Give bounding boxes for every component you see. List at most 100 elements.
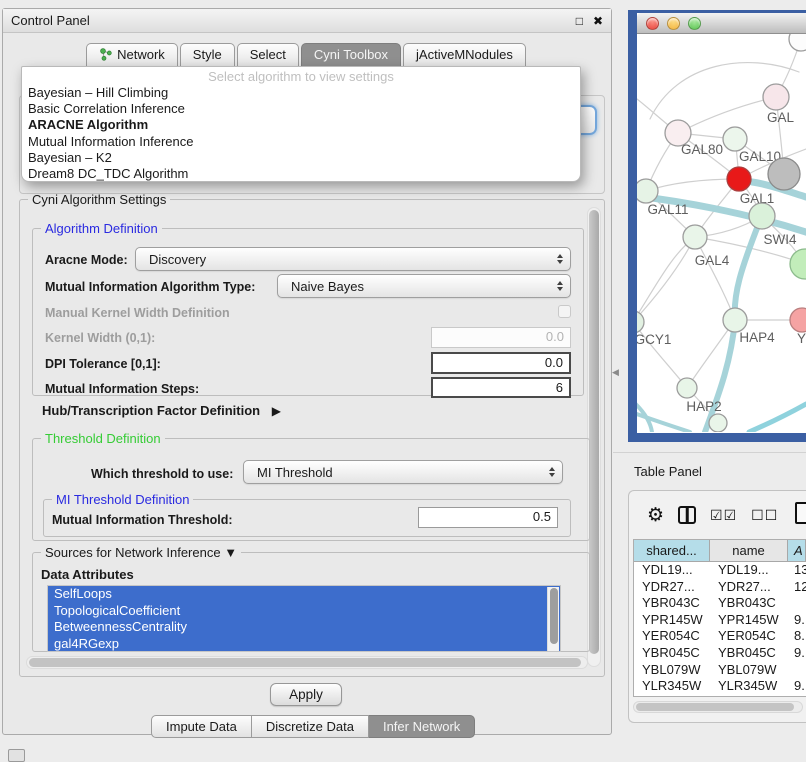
table-cell[interactable]: YPR145W xyxy=(634,612,710,629)
scrollbar-thumb[interactable] xyxy=(636,703,794,711)
dropdown-item[interactable]: Dream8 DC_TDC Algorithm xyxy=(22,166,580,182)
mi-type-combo[interactable]: Naive Bayes xyxy=(277,274,571,298)
table-cell[interactable]: YLR345W xyxy=(710,678,788,695)
network-node[interactable] xyxy=(723,308,747,332)
zoom-window-icon[interactable] xyxy=(688,17,701,30)
split-divider-arrow[interactable]: ◀ xyxy=(612,367,619,378)
tab-style[interactable]: Style xyxy=(180,43,235,68)
table-cell[interactable]: YBR045C xyxy=(710,645,788,662)
table-row[interactable]: YER054CYER054C8. xyxy=(634,628,806,645)
split-columns-icon[interactable] xyxy=(678,506,696,524)
settings-horizontal-scrollbar[interactable] xyxy=(26,656,588,669)
collapsed-panel-button[interactable] xyxy=(8,749,25,762)
minimize-window-icon[interactable] xyxy=(667,17,680,30)
aracne-mode-combo[interactable]: Discovery xyxy=(135,247,571,271)
network-window-titlebar[interactable] xyxy=(637,13,806,34)
network-node[interactable] xyxy=(723,127,747,151)
hub-definition-expander[interactable]: Hub/Transcription Factor Definition ▶ xyxy=(42,403,281,418)
dropdown-item[interactable]: Basic Correlation Inference xyxy=(22,101,580,117)
network-node[interactable] xyxy=(790,249,806,279)
network-node[interactable] xyxy=(763,84,789,110)
table-cell[interactable] xyxy=(788,662,806,679)
network-canvas[interactable]: GALGAL80GAL10GAL1GAL11SWI4GAL4GCY1HAP4YH… xyxy=(637,34,806,432)
close-panel-icon[interactable]: ✖ xyxy=(593,14,603,28)
table-cell[interactable]: YLR345W xyxy=(634,678,710,695)
dpi-tolerance-field[interactable]: 0.0 xyxy=(431,352,571,374)
mi-steps-field[interactable]: 6 xyxy=(431,377,571,398)
scrollbar-thumb[interactable] xyxy=(29,658,581,667)
dropdown-item[interactable]: Bayesian – Hill Climbing xyxy=(22,85,580,101)
table-cell[interactable]: YER054C xyxy=(634,628,710,645)
scrollbar-thumb[interactable] xyxy=(550,588,558,644)
collapse-down-icon[interactable]: ▼ xyxy=(224,545,237,560)
deselect-checks-icon[interactable]: ☐☐ xyxy=(751,507,778,524)
table-cell[interactable]: YER054C xyxy=(710,628,788,645)
table-horizontal-scrollbar[interactable] xyxy=(633,701,803,713)
table-cell[interactable]: YDR27... xyxy=(634,579,710,596)
table-row[interactable]: YDR27...YDR27...12 xyxy=(634,579,806,596)
table-cell[interactable]: YBR043C xyxy=(634,595,710,612)
network-node[interactable] xyxy=(749,203,775,229)
tab-network[interactable]: Network xyxy=(86,43,178,68)
table-row[interactable]: YBR043CYBR043C xyxy=(634,595,806,612)
dropdown-item[interactable]: Bayesian – K2 xyxy=(22,150,580,166)
table-cell[interactable]: YBR045C xyxy=(634,645,710,662)
table-cell[interactable] xyxy=(788,595,806,612)
table-cell[interactable]: 9. xyxy=(788,695,806,697)
attribute-list-scrollbar[interactable] xyxy=(547,587,559,652)
node-table[interactable]: shared... name A YDL19...YDL19...13YDR27… xyxy=(633,539,806,697)
network-node[interactable] xyxy=(727,167,751,191)
table-cell[interactable]: 9. xyxy=(788,678,806,695)
tab-impute-data[interactable]: Impute Data xyxy=(151,715,252,738)
function-doc-icon[interactable] xyxy=(795,502,806,524)
network-node[interactable] xyxy=(637,311,644,333)
table-row[interactable]: YBR045CYBR045C9. xyxy=(634,645,806,662)
attribute-item-selected[interactable]: TopologicalCoefficient xyxy=(48,603,560,620)
table-cell[interactable]: 12 xyxy=(788,579,806,596)
attribute-item-selected[interactable]: BetweennessCentrality xyxy=(48,619,560,636)
column-header-name[interactable]: name xyxy=(710,540,788,561)
network-node[interactable] xyxy=(768,158,800,190)
network-node[interactable] xyxy=(790,308,806,332)
table-row[interactable]: YPR145WYPR145W9. xyxy=(634,612,806,629)
network-node[interactable] xyxy=(677,378,697,398)
table-cell[interactable]: YDL19... xyxy=(634,562,710,579)
scrollbar-thumb[interactable] xyxy=(589,210,599,654)
tab-cyni-toolbox[interactable]: Cyni Toolbox xyxy=(301,43,401,68)
mi-threshold-field[interactable]: 0.5 xyxy=(418,507,558,528)
float-panel-icon[interactable]: □ xyxy=(576,14,583,28)
table-cell[interactable]: 8. xyxy=(788,628,806,645)
column-header-shared-name[interactable]: shared... xyxy=(634,540,710,561)
table-row[interactable]: YDL19...YDL19...13 xyxy=(634,562,806,579)
table-cell[interactable]: YIL053C xyxy=(634,695,710,697)
which-threshold-combo[interactable]: MI Threshold xyxy=(243,460,563,484)
close-window-icon[interactable] xyxy=(646,17,659,30)
table-cell[interactable]: YBR043C xyxy=(710,595,788,612)
attribute-item-selected[interactable]: gal4RGexp xyxy=(48,636,560,652)
tab-infer-network[interactable]: Infer Network xyxy=(369,715,475,738)
tab-select[interactable]: Select xyxy=(237,43,299,68)
table-cell[interactable]: YBL079W xyxy=(710,662,788,679)
table-cell[interactable]: 13 xyxy=(788,562,806,579)
table-cell[interactable]: 9. xyxy=(788,645,806,662)
network-node[interactable] xyxy=(683,225,707,249)
table-row[interactable]: YLR345WYLR345W9. xyxy=(634,678,806,695)
network-node[interactable] xyxy=(709,414,727,432)
table-row[interactable]: YBL079WYBL079W xyxy=(634,662,806,679)
attribute-item-selected[interactable]: SelfLoops xyxy=(48,586,560,603)
table-cell[interactable]: YBL079W xyxy=(634,662,710,679)
apply-button[interactable]: Apply xyxy=(270,683,342,706)
table-cell[interactable]: YDL19... xyxy=(710,562,788,579)
manual-kernel-checkbox[interactable] xyxy=(558,305,571,318)
gear-icon[interactable]: ⚙ xyxy=(647,506,664,525)
table-row[interactable]: YIL053CYIL053C9. xyxy=(634,695,806,697)
table-cell[interactable]: YPR145W xyxy=(710,612,788,629)
network-node[interactable] xyxy=(637,179,658,203)
data-attributes-list[interactable]: SelfLoops TopologicalCoefficient Between… xyxy=(47,585,561,652)
table-cell[interactable]: 9. xyxy=(788,612,806,629)
tab-jactivemnodules[interactable]: jActiveMNodules xyxy=(403,43,526,68)
network-node[interactable] xyxy=(789,34,806,51)
dropdown-item-selected[interactable]: ARACNE Algorithm xyxy=(22,117,580,133)
dropdown-item[interactable]: Mutual Information Inference xyxy=(22,134,580,150)
select-all-checks-icon[interactable]: ☑☑ xyxy=(710,507,737,524)
